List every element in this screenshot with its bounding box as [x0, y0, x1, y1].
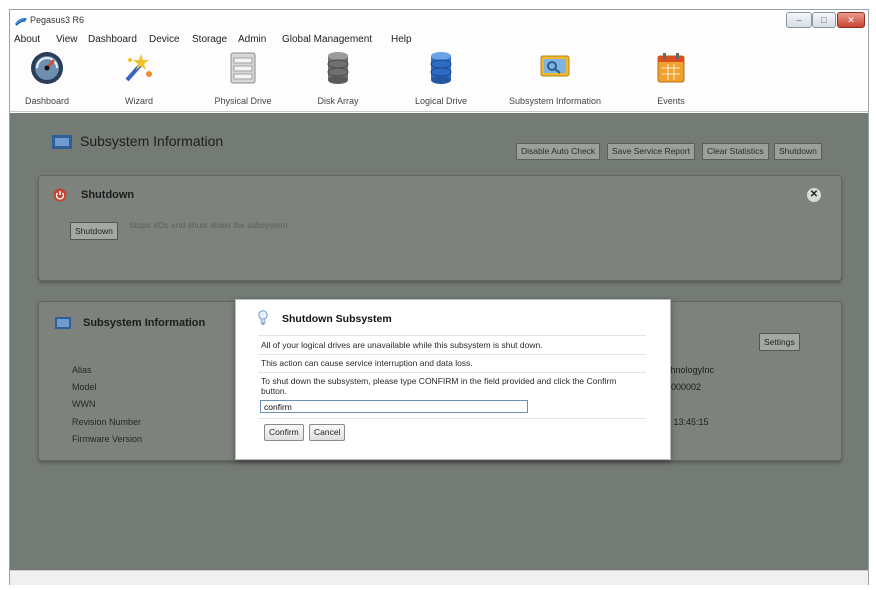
close-window-button[interactable]: ✕ — [837, 12, 865, 28]
divider — [258, 335, 646, 336]
toolbar-label: Wizard — [124, 96, 153, 106]
disk-array-icon — [327, 52, 349, 84]
toolbar: Dashboard Wizard Physical Drive Disk Arr… — [10, 48, 868, 112]
menu-view[interactable]: View — [56, 34, 78, 45]
events-calendar-icon — [657, 53, 685, 83]
toolbar-events[interactable]: Events — [631, 50, 711, 110]
shutdown-subsystem-dialog: Shutdown Subsystem All of your logical d… — [235, 299, 671, 460]
shutdown-header-button[interactable]: Shutdown — [774, 143, 822, 160]
row-label-wwn: WWN — [72, 399, 96, 409]
toolbar-dashboard[interactable]: Dashboard — [7, 50, 87, 110]
close-panel-button[interactable]: ✕ — [807, 188, 821, 202]
dashboard-gauge-icon — [31, 52, 63, 84]
main-content: Subsystem Information Disable Auto Check… — [10, 113, 868, 570]
shutdown-panel: Shutdown ✕ Shutdown Stops I/Os and shuts… — [38, 175, 842, 281]
settings-button[interactable]: Settings — [759, 333, 800, 351]
dialog-message-instruction-cont: button. — [261, 386, 287, 396]
toolbar-label: Logical Drive — [414, 96, 468, 106]
row-value-revision-number: 6 13:45:15 — [666, 417, 709, 427]
disable-auto-check-button[interactable]: Disable Auto Check — [516, 143, 601, 160]
divider — [258, 354, 646, 355]
toolbar-label: Disk Array — [317, 96, 359, 106]
shutdown-button[interactable]: Shutdown — [70, 222, 118, 240]
app-window: Pegasus3 R6 – □ ✕ About View Dashboard D… — [9, 9, 869, 585]
minimize-button[interactable]: – — [786, 12, 812, 28]
divider — [258, 372, 646, 373]
window-title: Pegasus3 R6 — [30, 15, 85, 25]
menu-device[interactable]: Device — [149, 34, 180, 45]
toolbar-physical-drive[interactable]: Physical Drive — [203, 50, 283, 110]
save-service-report-button[interactable]: Save Service Report — [607, 143, 695, 160]
divider — [258, 418, 646, 419]
dialog-message-unavailable: All of your logical drives are unavailab… — [261, 340, 543, 350]
shutdown-icon — [53, 188, 69, 202]
menu-help[interactable]: Help — [391, 34, 412, 45]
confirm-input[interactable] — [260, 400, 528, 413]
cancel-button[interactable]: Cancel — [309, 424, 346, 441]
menu-admin[interactable]: Admin — [238, 34, 266, 45]
toolbar-label: Dashboard — [24, 96, 70, 106]
toolbar-label: Physical Drive — [214, 96, 272, 106]
dialog-message-instruction: To shut down the subsystem, please type … — [261, 376, 617, 386]
toolbar-subsystem-information[interactable]: Subsystem Information — [505, 50, 605, 110]
subsystem-information-icon — [540, 55, 570, 77]
row-label-alias: Alias — [72, 365, 92, 375]
title-bar: Pegasus3 R6 – □ ✕ — [10, 10, 868, 32]
menu-bar: About View Dashboard Device Storage Admi… — [10, 32, 868, 48]
app-logo-icon — [14, 14, 28, 26]
shutdown-description: Stops I/Os and shuts down the subsystem. — [129, 220, 291, 230]
dialog-title: Shutdown Subsystem — [282, 313, 392, 325]
menu-dashboard[interactable]: Dashboard — [88, 34, 137, 45]
toolbar-label: Events — [657, 96, 685, 106]
row-label-firmware-version: Firmware Version — [72, 434, 143, 444]
menu-storage[interactable]: Storage — [192, 34, 227, 45]
toolbar-label: Subsystem Information — [508, 96, 602, 106]
toolbar-wizard[interactable]: Wizard — [99, 50, 179, 110]
info-panel-title: Subsystem Information — [83, 317, 206, 329]
toolbar-disk-array[interactable]: Disk Array — [298, 50, 378, 110]
physical-drive-icon — [230, 52, 256, 84]
row-value-alias: chnologyInc — [666, 365, 715, 375]
menu-about[interactable]: About — [14, 34, 40, 45]
menu-global-management[interactable]: Global Management — [282, 34, 372, 45]
toolbar-logical-drive[interactable]: Logical Drive — [401, 50, 481, 110]
maximize-button[interactable]: □ — [812, 12, 836, 28]
clear-statistics-button[interactable]: Clear Statistics — [702, 143, 769, 160]
info-bulb-icon — [258, 310, 268, 326]
subsystem-icon — [55, 316, 71, 330]
status-bar — [10, 570, 868, 585]
shutdown-panel-title: Shutdown — [81, 189, 135, 201]
row-label-revision-number: Revision Number — [72, 417, 142, 427]
row-label-model: Model — [72, 382, 97, 392]
page-title: Subsystem Information — [80, 133, 224, 149]
subsystem-icon — [52, 135, 72, 149]
logical-drive-icon — [430, 52, 452, 84]
dialog-message-warning: This action can cause service interrupti… — [261, 358, 473, 368]
confirm-button[interactable]: Confirm — [264, 424, 304, 441]
wizard-icon — [125, 54, 152, 82]
row-value-model: 1000002 — [666, 382, 702, 392]
